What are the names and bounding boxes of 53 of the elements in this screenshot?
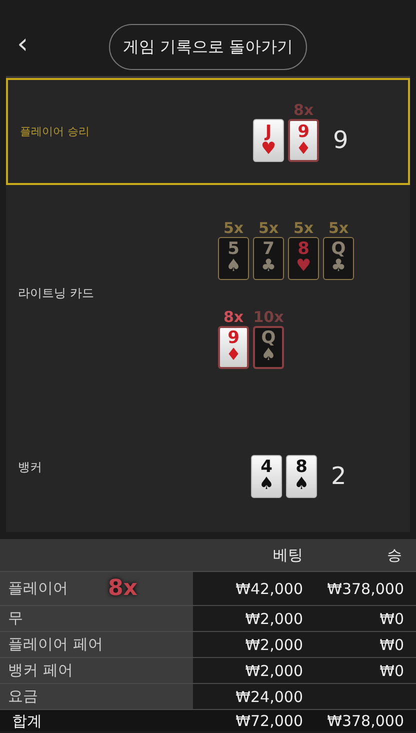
- hand-score: 9: [333, 126, 348, 154]
- card-rank: 9: [228, 330, 240, 347]
- total-bet-amount: ₩72,000: [234, 710, 303, 731]
- bet-amount-cell-text: ₩24,000: [234, 686, 303, 708]
- bet-amount-cell-text: ₩2,000: [244, 634, 303, 656]
- suit-symbol: ♣: [330, 258, 346, 275]
- card-rank: Q: [331, 241, 346, 258]
- suit-symbol: ♠: [258, 476, 274, 493]
- bet-label: 플레이어: [8, 579, 68, 598]
- multiplier-label: 8x: [293, 101, 314, 119]
- suit-symbol: ♣: [260, 258, 276, 275]
- card-rank: 5: [228, 241, 240, 258]
- bet-amount-cell-text: ₩2,000: [244, 608, 303, 630]
- suit-symbol: ♥: [296, 258, 312, 275]
- bet-label: 무: [8, 609, 23, 628]
- win-amount-cell-text: ₩0: [378, 634, 405, 656]
- multiplier-label: 8x: [223, 308, 244, 326]
- card-rank: 8: [298, 241, 310, 258]
- multiplier-label: 5x: [328, 218, 349, 236]
- card-rank: J: [265, 124, 272, 140]
- bet-label: 요금: [8, 687, 38, 706]
- suit-symbol: ♠: [226, 258, 242, 275]
- back-icon[interactable]: ‹: [17, 30, 28, 58]
- column-header: 베팅: [272, 546, 303, 564]
- multiplier-label: 8x: [108, 576, 138, 601]
- hand-score: 2: [331, 462, 346, 490]
- suit-symbol: ♠: [260, 347, 276, 364]
- multiplier-label: 5x: [258, 218, 279, 236]
- section-label: 라이트닝 카드: [17, 285, 95, 302]
- card-rank: Q: [261, 330, 276, 347]
- section-label: 뱅커: [17, 458, 43, 476]
- multiplier-label: 5x: [293, 218, 314, 236]
- bet-label: 뱅커 페어: [8, 661, 73, 680]
- card-rank: 8: [296, 459, 308, 476]
- win-amount-cell-text: ₩378,000: [326, 578, 405, 600]
- card-rank: 4: [260, 459, 272, 476]
- card-rank: 7: [262, 241, 274, 258]
- suit-symbol: ♥: [260, 140, 276, 158]
- bet-amount-cell-text: ₩2,000: [244, 660, 303, 682]
- bet-amount-cell-text: ₩42,000: [234, 578, 303, 600]
- suit-symbol: ♦: [226, 347, 242, 364]
- column-header: 승: [386, 546, 403, 564]
- section-label: 플레이어 승리: [19, 124, 90, 139]
- total-win-amount: ₩378,000: [326, 710, 405, 731]
- win-amount-cell-text: ₩0: [378, 608, 405, 630]
- multiplier-label: 5x: [223, 218, 244, 236]
- suit-symbol: ♠: [294, 476, 310, 493]
- win-amount-cell-text: ₩0: [378, 660, 405, 682]
- back-to-history-button[interactable]: 게임 기록으로 돌아가기: [109, 24, 307, 70]
- card-rank: 9: [298, 124, 310, 140]
- multiplier-label: 10x: [253, 308, 284, 326]
- bet-label: 플레이어 페어: [8, 635, 103, 654]
- suit-symbol: ♦: [296, 140, 312, 158]
